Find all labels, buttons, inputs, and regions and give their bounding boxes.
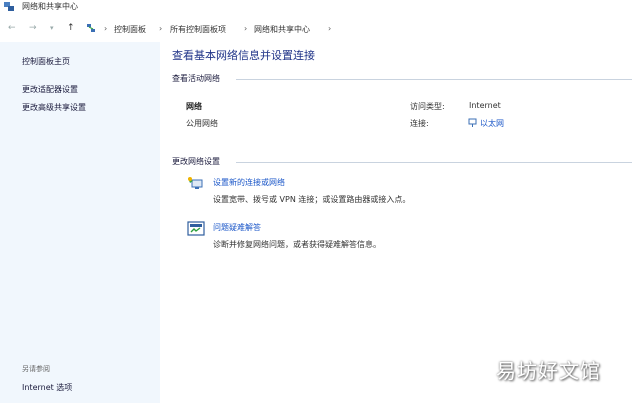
breadcrumb-separator: › — [159, 24, 163, 33]
forward-arrow-icon[interactable]: → — [29, 23, 37, 33]
active-networks-label: 查看活动网络 — [172, 74, 220, 83]
sidebar-item-advanced-sharing[interactable]: 更改高级共享设置 — [22, 102, 86, 113]
address-bar: ← → ▾ ↑ › 控制面板 › 所有控制面板项 › 网络和共享中心 › — [0, 14, 640, 42]
see-also-label: 另请参阅 — [22, 365, 50, 373]
network-center-icon — [4, 2, 14, 11]
network-category[interactable]: 公用网络 — [186, 118, 218, 129]
breadcrumb-network-center[interactable]: 网络和共享中心 — [254, 24, 310, 35]
setup-new-connection-link[interactable]: 设置新的连接或网络 — [213, 177, 285, 188]
watermark: 易坊好文馆 — [496, 359, 601, 383]
sidebar: 控制面板主页 更改适配器设置 更改高级共享设置 另请参阅 Internet 选项 — [0, 42, 160, 403]
window-title: 网络和共享中心 — [22, 2, 78, 11]
troubleshoot-icon — [187, 221, 205, 236]
breadcrumb-separator: › — [244, 24, 248, 33]
sidebar-item-control-panel-home[interactable]: 控制面板主页 — [22, 56, 70, 67]
breadcrumb-separator: › — [104, 24, 108, 33]
network-name: 网络 — [186, 102, 202, 111]
connections-label: 连接: — [410, 119, 429, 128]
recent-locations-dropdown-icon[interactable]: ▾ — [50, 23, 54, 33]
access-type-value: Internet — [469, 101, 501, 110]
main-panel: 查看基本网络信息并设置连接 查看活动网络 网络 公用网络 访问类型: Inter… — [160, 42, 640, 403]
change-settings-label: 更改网络设置 — [172, 157, 220, 166]
network-location-icon — [87, 24, 95, 32]
new-connection-icon — [188, 177, 203, 189]
section-divider — [236, 79, 632, 80]
title-bar: 网络和共享中心 — [0, 0, 640, 14]
ethernet-connection-link[interactable]: 以太网 — [468, 118, 504, 129]
page-title: 查看基本网络信息并设置连接 — [172, 49, 315, 62]
troubleshoot-description: 诊断并修复网络问题，或者获得疑难解答信息。 — [213, 240, 381, 249]
sidebar-item-internet-options[interactable]: Internet 选项 — [22, 382, 72, 393]
ethernet-connection-label[interactable]: 以太网 — [480, 119, 504, 128]
sidebar-item-change-adapter[interactable]: 更改适配器设置 — [22, 84, 78, 95]
breadcrumb-all-items[interactable]: 所有控制面板项 — [170, 24, 226, 35]
section-divider — [236, 162, 632, 163]
ethernet-icon — [468, 118, 477, 127]
breadcrumb-separator: › — [328, 24, 332, 33]
setup-new-connection-description: 设置宽带、拨号或 VPN 连接；或设置路由器或接入点。 — [213, 195, 411, 204]
up-arrow-icon[interactable]: ↑ — [67, 23, 75, 33]
back-arrow-icon[interactable]: ← — [8, 23, 16, 33]
access-type-label: 访问类型: — [410, 102, 445, 111]
troubleshoot-link[interactable]: 问题疑难解答 — [213, 222, 261, 233]
breadcrumb-control-panel[interactable]: 控制面板 — [114, 24, 146, 35]
